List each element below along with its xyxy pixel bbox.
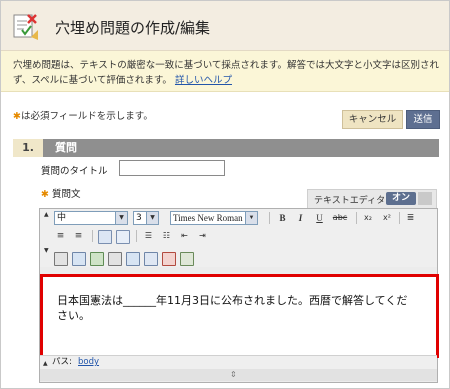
toolbar-divider: [92, 230, 93, 242]
editor-statusbar: ▲ パス: body: [40, 355, 437, 369]
section-number: 1.: [13, 139, 43, 157]
indent-icon[interactable]: ⇥: [196, 230, 209, 242]
chevron-down-icon: ▼: [115, 212, 127, 224]
question-text-label-text: 質問文: [52, 189, 81, 200]
required-star-icon: ✱: [41, 189, 49, 200]
chevron-down-icon: ▼: [146, 212, 158, 224]
toolbar-divider: [356, 212, 357, 224]
underline-button[interactable]: U: [313, 212, 326, 224]
toolbar-divider: [399, 212, 400, 224]
copy-icon[interactable]: [98, 230, 112, 244]
numbered-list-icon[interactable]: ☰: [142, 230, 155, 242]
insert-image-icon[interactable]: [72, 252, 86, 266]
path-label: パス:: [52, 357, 72, 367]
text-editor-toggle: テキストエディタ: オン: [307, 189, 437, 209]
insert-document-icon[interactable]: [108, 252, 122, 266]
question-title-input[interactable]: [119, 160, 225, 176]
text-editor-on-button[interactable]: オン: [386, 192, 416, 205]
section-header: 1. 質問: [13, 139, 439, 157]
chevron-down-icon: ▼: [245, 212, 257, 224]
help-link[interactable]: 詳しいヘルプ: [175, 75, 232, 86]
insert-link-icon[interactable]: [126, 252, 140, 266]
rich-text-editor: ▲ 中 ▼ 3 ▼ Times New Roman ▼ B I U abc x₂…: [39, 208, 439, 383]
pdf-icon[interactable]: [162, 252, 176, 266]
required-star-icon: ✱: [13, 111, 21, 122]
editor-resize-handle[interactable]: ⇕: [40, 369, 437, 381]
info-text-block: 穴埋め問題は、テキストの厳密な一致に基づいて採点されます。解答では大文字と小文字…: [13, 58, 443, 88]
info-panel: 穴埋め問題は、テキストの厳密な一致に基づいて採点されます。解答では大文字と小文字…: [1, 51, 449, 92]
strikethrough-button[interactable]: abc: [330, 212, 350, 224]
format-select-value: 中: [57, 213, 67, 223]
paste-icon[interactable]: [116, 230, 130, 244]
toolbar-divider: [136, 230, 137, 242]
required-note-text: は必須フィールドを示します。: [20, 111, 153, 122]
toolbar-collapse-icon[interactable]: ▲: [44, 211, 49, 218]
bullet-list-icon[interactable]: ☷: [160, 230, 173, 242]
toolbar-divider: [269, 212, 270, 224]
text-editor-label: テキストエディタ:: [314, 196, 389, 206]
align-right-icon[interactable]: ≡: [72, 230, 85, 242]
align-center-icon[interactable]: ≡: [54, 230, 67, 242]
align-justify-icon[interactable]: ≣: [404, 212, 417, 224]
section-title: 質問: [55, 141, 77, 154]
window-frame: 穴埋め問題の作成/編集 穴埋め問題は、テキストの厳密な一致に基づいて採点されます…: [0, 0, 450, 389]
path-body-link[interactable]: body: [78, 356, 99, 369]
cancel-button[interactable]: キャンセル: [342, 110, 403, 129]
subscript-button[interactable]: x₂: [360, 212, 376, 224]
bold-button[interactable]: B: [276, 212, 289, 224]
editor-content-area[interactable]: 日本国憲法は______年11月3日に公布されました。西暦で解答してください。: [40, 274, 439, 358]
spellcheck-icon[interactable]: [180, 252, 194, 266]
format-select[interactable]: 中 ▼: [54, 211, 128, 225]
font-family-select[interactable]: Times New Roman ▼: [170, 211, 258, 225]
submit-button[interactable]: 送信: [406, 110, 440, 129]
font-size-select[interactable]: 3 ▼: [133, 211, 159, 225]
italic-button[interactable]: I: [294, 212, 307, 224]
toolbar-expand-icon[interactable]: ▼: [44, 247, 49, 254]
superscript-button[interactable]: x²: [379, 212, 395, 224]
outdent-icon[interactable]: ⇤: [178, 230, 191, 242]
required-note: ✱は必須フィールドを示します。: [13, 108, 153, 122]
edit-question-icon: [13, 14, 38, 40]
insert-media-icon[interactable]: [90, 252, 104, 266]
question-text-content: 日本国憲法は______年11月3日に公布されました。西暦で解答してください。: [57, 294, 408, 322]
font-size-value: 3: [136, 213, 142, 223]
insert-file-icon[interactable]: [54, 252, 68, 266]
page-title: 穴埋め問題の作成/編集: [55, 19, 211, 37]
resize-grip-icon: ⇕: [230, 370, 237, 379]
question-title-label: 質問のタイトル: [41, 166, 108, 177]
page-header: 穴埋め問題の作成/編集: [1, 1, 449, 51]
question-text-label: ✱ 質問文: [41, 186, 81, 200]
editor-toolbar: ▲ 中 ▼ 3 ▼ Times New Roman ▼ B I U abc x₂…: [40, 209, 437, 267]
font-family-value: Times New Roman: [173, 213, 243, 223]
text-editor-off-button[interactable]: [418, 192, 432, 205]
insert-table-icon[interactable]: [144, 252, 158, 266]
